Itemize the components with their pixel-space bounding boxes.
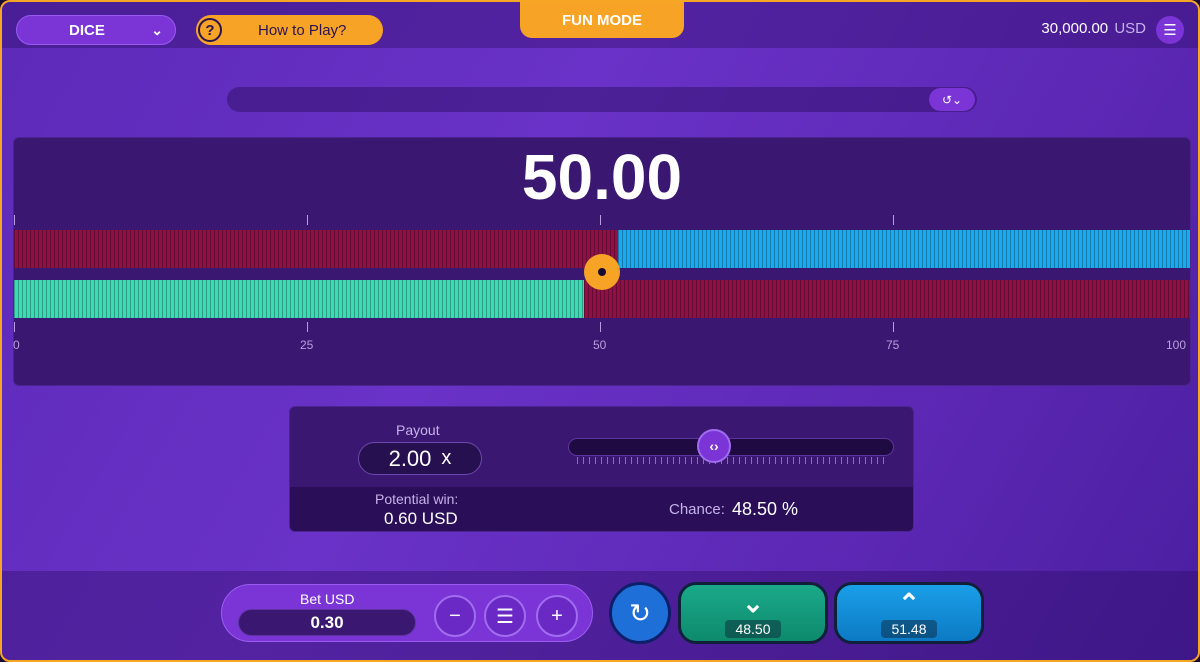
chevron-up-icon: ⌃ xyxy=(898,588,920,618)
roll-under-value: 48.50 xyxy=(725,620,781,638)
autoplay-button[interactable]: ↻ xyxy=(609,582,671,644)
top-bar: DICE ⌄ ? How to Play? FUN MODE 30,000.00… xyxy=(2,2,1198,48)
scale-tick xyxy=(14,215,15,225)
scale-label-50: 50 xyxy=(593,338,607,352)
bet-amount-value: 0.30 xyxy=(310,612,344,632)
under-winning-zone-bar xyxy=(14,280,584,318)
roll-over-button[interactable]: ⌃ 51.48 xyxy=(834,582,984,644)
game-selector-label: DICE xyxy=(69,21,105,39)
autoplay-icon: ↻ xyxy=(629,597,651,628)
increase-bet-button[interactable]: + xyxy=(536,595,578,637)
scale-label-0: 0 xyxy=(13,338,20,352)
roll-under-button[interactable]: ⌄ 48.50 xyxy=(678,582,828,644)
scale-tick xyxy=(893,322,894,332)
menu-button[interactable]: ☰ xyxy=(1156,16,1184,44)
roll-history-bar: ↺⌄ xyxy=(227,87,977,112)
potential-win-label: Potential win: xyxy=(375,491,459,507)
under-losing-zone-bar xyxy=(584,280,1190,318)
payout-label: Payout xyxy=(396,422,440,438)
payout-suffix: x xyxy=(441,447,452,469)
scale-tick xyxy=(307,215,308,225)
bet-label: Bet USD xyxy=(300,591,355,607)
chance-slider-scale xyxy=(577,457,889,464)
payout-value: 2.00 xyxy=(388,445,432,471)
over-winning-zone-bar xyxy=(618,230,1190,268)
minus-icon: − xyxy=(449,604,461,627)
scale-tick xyxy=(893,215,894,225)
over-losing-zone-bar xyxy=(14,230,618,268)
scale-tick xyxy=(600,215,601,225)
bet-presets-button[interactable]: ☰ xyxy=(484,595,526,637)
scale-label-25: 25 xyxy=(300,338,314,352)
question-circle-icon: ? xyxy=(198,18,222,42)
chance-value: 48.50 % xyxy=(732,499,799,519)
decrease-bet-button[interactable]: − xyxy=(434,595,476,637)
game-frame: DICE ⌄ ? How to Play? FUN MODE 30,000.00… xyxy=(0,0,1200,662)
how-to-play-label: How to Play? xyxy=(258,21,347,39)
arrows-left-right-icon: ‹› xyxy=(709,438,719,454)
scale-tick xyxy=(14,322,15,332)
fun-mode-tab: FUN MODE xyxy=(520,2,684,38)
bottom-controls-bar xyxy=(2,571,1198,660)
hamburger-menu-icon: ☰ xyxy=(1163,22,1177,39)
balance-currency: USD xyxy=(1114,20,1146,37)
chance-slider-handle[interactable]: ‹› xyxy=(697,429,731,463)
chance-slider-track[interactable] xyxy=(568,438,894,456)
roll-over-value: 51.48 xyxy=(881,620,937,638)
potential-win-value: 0.60 USD xyxy=(384,509,458,528)
bet-amount-input[interactable]: 0.30 xyxy=(238,609,416,636)
scale-tick xyxy=(600,322,601,332)
fun-mode-label: FUN MODE xyxy=(562,11,642,29)
plus-icon: + xyxy=(551,604,563,627)
balance-amount: 30,000.00 xyxy=(1041,20,1109,37)
how-to-play-button[interactable]: ? How to Play? xyxy=(196,15,383,45)
roll-result-value: 50.00 xyxy=(521,141,683,213)
chevron-down-icon: ⌄ xyxy=(742,588,764,618)
bet-panel: Bet USD 0.30 − ☰ + xyxy=(221,584,593,642)
payout-input[interactable]: 2.00 x xyxy=(358,442,482,475)
payout-panel: Payout 2.00 x ‹› Potential win: 0.60 USD… xyxy=(289,406,914,532)
game-selector-dropdown[interactable]: DICE ⌄ xyxy=(16,15,176,45)
balance-display: 30,000.00 USD xyxy=(1041,20,1146,37)
chevron-down-icon: ⌄ xyxy=(151,22,163,38)
history-toggle-button[interactable]: ↺⌄ xyxy=(929,88,975,111)
scale-label-75: 75 xyxy=(886,338,900,352)
history-icon: ↺⌄ xyxy=(941,92,963,107)
chance-label: Chance: xyxy=(669,501,725,518)
coin-stack-icon: ☰ xyxy=(496,605,514,628)
roll-marker-dot xyxy=(598,268,606,276)
scale-label-100: 100 xyxy=(1166,338,1187,352)
scale-tick xyxy=(307,322,308,332)
roll-marker xyxy=(584,254,620,290)
